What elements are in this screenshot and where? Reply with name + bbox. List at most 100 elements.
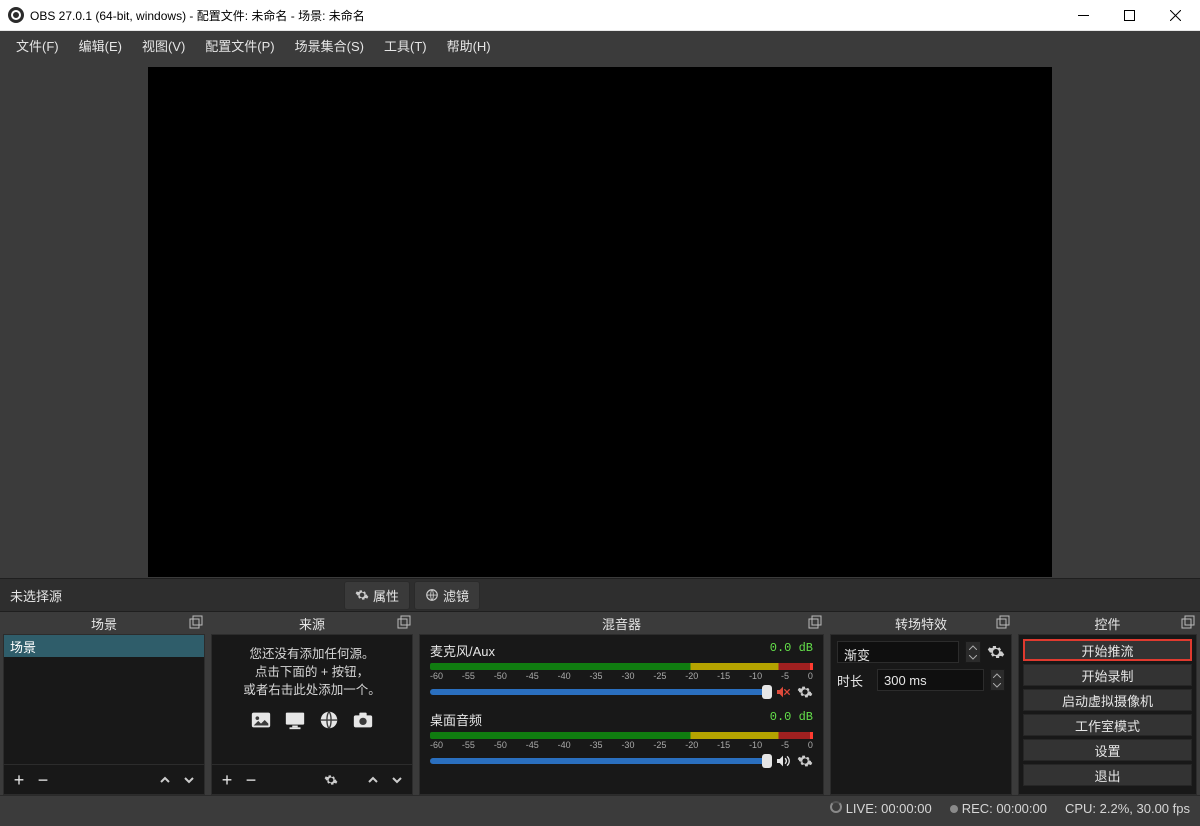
sources-empty-line3: 或者右击此处添加一个。 bbox=[216, 681, 408, 699]
properties-button-label: 属性 bbox=[373, 586, 399, 605]
status-cpu: CPU: 2.2%, 30.00 fps bbox=[1065, 801, 1190, 816]
transitions-body: 渐变 时长 300 ms bbox=[830, 634, 1012, 795]
menu-file[interactable]: 文件(F) bbox=[6, 32, 69, 59]
start-recording-button[interactable]: 开始录制 bbox=[1023, 664, 1192, 686]
popout-icon[interactable] bbox=[808, 615, 822, 629]
sources-footer: + − bbox=[211, 765, 413, 795]
sources-panel-header: 来源 bbox=[211, 612, 413, 634]
scenes-panel-title: 场景 bbox=[91, 614, 117, 633]
start-virtual-cam-button[interactable]: 启动虚拟摄像机 bbox=[1023, 689, 1192, 711]
popout-icon[interactable] bbox=[1181, 615, 1195, 629]
panel-row: 场景 场景 + − 来源 您还没有添加任何源。 点击下面的 + 按钮， 或者右击… bbox=[0, 612, 1200, 795]
move-scene-down-button[interactable] bbox=[180, 771, 198, 789]
audio-meter bbox=[430, 732, 813, 739]
gear-icon[interactable] bbox=[987, 643, 1005, 661]
menu-view[interactable]: 视图(V) bbox=[132, 32, 195, 59]
mixer-channel-name: 桌面音频 bbox=[430, 710, 482, 729]
source-selected-label: 未选择源 bbox=[0, 586, 72, 605]
transition-spin[interactable] bbox=[965, 641, 981, 663]
transition-select[interactable]: 渐变 bbox=[837, 641, 959, 663]
display-icon bbox=[282, 709, 308, 731]
studio-mode-button[interactable]: 工作室模式 bbox=[1023, 714, 1192, 736]
source-settings-button[interactable] bbox=[322, 771, 340, 789]
camera-icon bbox=[350, 709, 376, 731]
add-scene-button[interactable]: + bbox=[10, 771, 28, 789]
gear-icon[interactable] bbox=[797, 684, 813, 700]
window-controls bbox=[1060, 0, 1198, 30]
broadcast-icon bbox=[830, 801, 842, 813]
add-source-button[interactable]: + bbox=[218, 771, 236, 789]
popout-icon[interactable] bbox=[189, 615, 203, 629]
mute-icon[interactable] bbox=[775, 684, 791, 700]
duration-label: 时长 bbox=[837, 671, 871, 690]
titlebar: OBS 27.0.1 (64-bit, windows) - 配置文件: 未命名… bbox=[0, 0, 1200, 31]
mixer-panel-title: 混音器 bbox=[602, 614, 641, 633]
status-live: LIVE: 00:00:00 bbox=[830, 801, 932, 816]
sources-panel: 来源 您还没有添加任何源。 点击下面的 + 按钮， 或者右击此处添加一个。 + … bbox=[211, 612, 413, 795]
mixer-channel-mic: 麦克风/Aux 0.0 dB -60-55-50-45-40-35-30-25-… bbox=[420, 635, 823, 704]
mixer-channel-db: 0.0 dB bbox=[770, 641, 813, 660]
source-toolbar: 未选择源 属性 滤镜 bbox=[0, 578, 1200, 612]
sources-empty-text: 您还没有添加任何源。 点击下面的 + 按钮， 或者右击此处添加一个。 bbox=[212, 635, 412, 705]
mixer-panel-header: 混音器 bbox=[419, 612, 824, 634]
meter-ticks: -60-55-50-45-40-35-30-25-20-15-10-50 bbox=[430, 740, 813, 750]
maximize-button[interactable] bbox=[1106, 0, 1152, 30]
settings-button[interactable]: 设置 bbox=[1023, 739, 1192, 761]
mixer-body: 麦克风/Aux 0.0 dB -60-55-50-45-40-35-30-25-… bbox=[419, 634, 824, 795]
start-streaming-button[interactable]: 开始推流 bbox=[1023, 639, 1192, 661]
speaker-icon[interactable] bbox=[775, 753, 791, 769]
controls-body: 开始推流 开始录制 启动虚拟摄像机 工作室模式 设置 退出 bbox=[1018, 634, 1197, 795]
move-source-down-button[interactable] bbox=[388, 771, 406, 789]
volume-slider[interactable] bbox=[430, 689, 767, 695]
move-scene-up-button[interactable] bbox=[156, 771, 174, 789]
image-icon bbox=[248, 709, 274, 731]
preview-wrap bbox=[0, 59, 1200, 578]
transitions-panel-title: 转场特效 bbox=[895, 614, 947, 633]
mixer-panel: 混音器 麦克风/Aux 0.0 dB -60-55-50-45-40-35-30… bbox=[419, 612, 824, 795]
mixer-channel-db: 0.0 dB bbox=[770, 710, 813, 729]
properties-button[interactable]: 属性 bbox=[344, 581, 410, 610]
move-source-up-button[interactable] bbox=[364, 771, 382, 789]
statusbar: LIVE: 00:00:00 REC: 00:00:00 CPU: 2.2%, … bbox=[0, 795, 1200, 821]
filters-button[interactable]: 滤镜 bbox=[414, 581, 480, 610]
minimize-button[interactable] bbox=[1060, 0, 1106, 30]
popout-icon[interactable] bbox=[996, 615, 1010, 629]
scenes-footer: + − bbox=[3, 765, 205, 795]
duration-input[interactable]: 300 ms bbox=[877, 669, 984, 691]
controls-panel: 控件 开始推流 开始录制 启动虚拟摄像机 工作室模式 设置 退出 bbox=[1018, 612, 1197, 795]
controls-panel-header: 控件 bbox=[1018, 612, 1197, 634]
globe-icon bbox=[316, 709, 342, 731]
popout-icon[interactable] bbox=[397, 615, 411, 629]
mixer-channel-desktop: 桌面音频 0.0 dB -60-55-50-45-40-35-30-25-20-… bbox=[420, 704, 823, 773]
remove-scene-button[interactable]: − bbox=[34, 771, 52, 789]
menu-help[interactable]: 帮助(H) bbox=[437, 32, 501, 59]
exit-button[interactable]: 退出 bbox=[1023, 764, 1192, 786]
status-rec: REC: 00:00:00 bbox=[950, 801, 1047, 816]
sources-empty-line1: 您还没有添加任何源。 bbox=[216, 645, 408, 663]
menu-profile[interactable]: 配置文件(P) bbox=[195, 32, 284, 59]
sources-list[interactable]: 您还没有添加任何源。 点击下面的 + 按钮， 或者右击此处添加一个。 bbox=[211, 634, 413, 765]
gear-icon[interactable] bbox=[797, 753, 813, 769]
app-icon bbox=[8, 7, 24, 23]
menu-scene-collection[interactable]: 场景集合(S) bbox=[285, 32, 374, 59]
sources-empty-line2: 点击下面的 + 按钮， bbox=[216, 663, 408, 681]
close-button[interactable] bbox=[1152, 0, 1198, 30]
audio-meter bbox=[430, 663, 813, 670]
volume-slider[interactable] bbox=[430, 758, 767, 764]
preview-canvas[interactable] bbox=[148, 67, 1052, 577]
window-title: OBS 27.0.1 (64-bit, windows) - 配置文件: 未命名… bbox=[30, 7, 1060, 24]
transitions-panel: 转场特效 渐变 时长 300 ms bbox=[830, 612, 1012, 795]
scene-item[interactable]: 场景 bbox=[4, 635, 204, 657]
meter-ticks: -60-55-50-45-40-35-30-25-20-15-10-50 bbox=[430, 671, 813, 681]
menu-edit[interactable]: 编辑(E) bbox=[69, 32, 132, 59]
controls-panel-title: 控件 bbox=[1094, 614, 1120, 633]
scenes-panel-header: 场景 bbox=[3, 612, 205, 634]
menu-tools[interactable]: 工具(T) bbox=[374, 32, 437, 59]
duration-spin[interactable] bbox=[990, 669, 1005, 691]
remove-source-button[interactable]: − bbox=[242, 771, 260, 789]
mixer-channel-name: 麦克风/Aux bbox=[430, 641, 495, 660]
scenes-list[interactable]: 场景 bbox=[3, 634, 205, 765]
filters-button-label: 滤镜 bbox=[443, 586, 469, 605]
transitions-panel-header: 转场特效 bbox=[830, 612, 1012, 634]
record-dot-icon bbox=[950, 805, 958, 813]
